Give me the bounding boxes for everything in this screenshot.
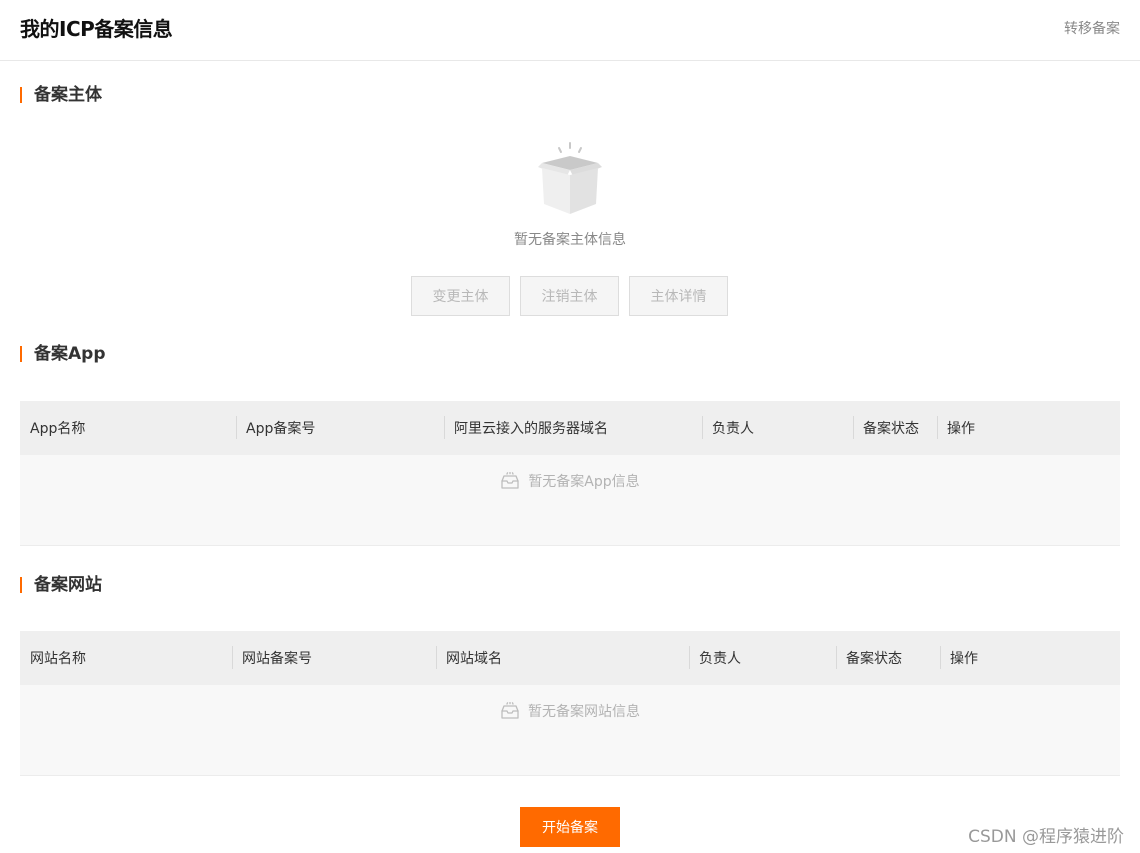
app-table-body: 暂无备案App信息	[20, 455, 1120, 546]
start-filing-button[interactable]: 开始备案	[520, 807, 620, 847]
change-subject-button[interactable]: 变更主体	[411, 276, 510, 316]
app-col-name: App名称	[30, 421, 86, 437]
subject-details-button[interactable]: 主体详情	[629, 276, 728, 316]
website-empty-row: 暂无备案网站信息	[20, 701, 1120, 721]
transfer-filing-link[interactable]: 转移备案	[1064, 18, 1120, 38]
website-col-actions: 操作	[940, 631, 978, 685]
website-col-status: 备案状态	[836, 631, 902, 685]
website-col-owner: 负责人	[689, 631, 741, 685]
website-col-name: 网站名称	[30, 651, 86, 667]
section-title-app: 备案App	[20, 344, 106, 364]
section-title-subject: 备案主体	[20, 85, 102, 105]
watermark-text: CSDN @程序猿进阶	[968, 827, 1124, 847]
page-title: 我的ICP备案信息	[20, 17, 173, 41]
website-table: 网站名称 网站备案号 网站域名 负责人 备案状态 操作 暂无备案网站信息	[20, 631, 1120, 776]
app-empty-text: 暂无备案App信息	[528, 474, 640, 490]
website-table-header: 网站名称 网站备案号 网站域名 负责人 备案状态 操作	[20, 631, 1120, 685]
website-col-domain: 网站域名	[436, 631, 502, 685]
subject-action-buttons: 变更主体 注销主体 主体详情	[411, 276, 728, 316]
app-table-header: App名称 App备案号 阿里云接入的服务器域名 负责人 备案状态 操作	[20, 401, 1120, 455]
cancel-subject-button[interactable]: 注销主体	[520, 276, 619, 316]
website-col-filing-number: 网站备案号	[232, 631, 312, 685]
inbox-icon	[501, 472, 519, 489]
app-col-owner: 负责人	[702, 401, 754, 455]
subject-empty-text: 暂无备案主体信息	[514, 232, 626, 248]
app-col-actions: 操作	[937, 401, 975, 455]
app-col-filing-number: App备案号	[236, 401, 315, 455]
inbox-icon	[501, 702, 519, 719]
app-col-server-domain: 阿里云接入的服务器域名	[444, 401, 608, 455]
app-col-status: 备案状态	[853, 401, 919, 455]
website-table-body: 暂无备案网站信息	[20, 685, 1120, 776]
app-table: App名称 App备案号 阿里云接入的服务器域名 负责人 备案状态 操作 暂无备…	[20, 401, 1120, 546]
section-title-website: 备案网站	[20, 575, 102, 595]
page-header: 我的ICP备案信息 转移备案	[0, 0, 1140, 61]
app-empty-row: 暂无备案App信息	[20, 471, 1120, 491]
website-empty-text: 暂无备案网站信息	[528, 704, 640, 720]
empty-box-icon	[538, 142, 602, 214]
